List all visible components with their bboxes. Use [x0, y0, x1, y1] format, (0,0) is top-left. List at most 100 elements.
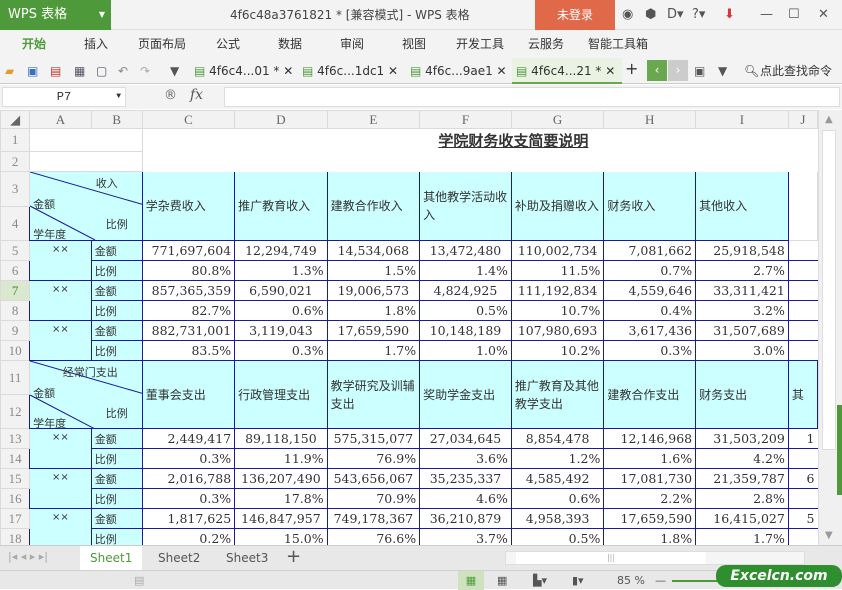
- ratio-cell[interactable]: [787, 300, 818, 321]
- row-header[interactable]: 11: [0, 360, 31, 395]
- amount-cell[interactable]: 7,081,662: [603, 240, 697, 261]
- open-icon[interactable]: ▰: [5, 62, 14, 80]
- redo-icon[interactable]: ↷: [140, 62, 150, 80]
- amount-cell[interactable]: 16,415,027: [695, 508, 789, 529]
- close-tab-icon[interactable]: ✕: [283, 64, 293, 78]
- amount-cell[interactable]: 771,697,604: [141, 240, 236, 261]
- ratio-cell[interactable]: 4.2%: [695, 448, 789, 469]
- ratio-cell[interactable]: 4.6%: [419, 488, 512, 509]
- diagonal-header-cell[interactable]: 经常门支出 金额 比例 学年度: [29, 360, 143, 429]
- column-title[interactable]: [787, 171, 818, 241]
- amount-cell[interactable]: 107,980,693: [510, 320, 605, 341]
- maximize-button[interactable]: ☐: [788, 0, 800, 30]
- ratio-cell[interactable]: 3.0%: [695, 340, 789, 361]
- tab-prev-button[interactable]: ‹: [647, 60, 667, 81]
- column-title[interactable]: 其他收入: [695, 171, 789, 241]
- row-header[interactable]: 5: [0, 240, 31, 261]
- amount-cell[interactable]: 6: [787, 468, 818, 489]
- settings-icon[interactable]: ⬢: [645, 0, 656, 30]
- save-icon[interactable]: ▣: [27, 62, 38, 80]
- scroll-thumb[interactable]: [822, 130, 836, 450]
- amount-cell[interactable]: 36,210,879: [419, 508, 512, 529]
- column-title[interactable]: 奖助学金支出: [419, 360, 512, 429]
- zoom-slider[interactable]: [672, 580, 722, 582]
- document-tab[interactable]: ▤ 4f6c4...01 * ✕: [190, 58, 294, 84]
- ratio-cell[interactable]: 0.3%: [603, 340, 697, 361]
- amount-label[interactable]: 金额: [90, 280, 143, 301]
- column-header[interactable]: J: [787, 110, 818, 129]
- column-header[interactable]: I: [695, 110, 789, 129]
- wps-menu-button[interactable]: WPS 表格 ▼: [0, 0, 111, 30]
- skin-icon[interactable]: ◉: [622, 0, 633, 30]
- ratio-cell[interactable]: 11.5%: [510, 260, 605, 281]
- amount-label[interactable]: 金额: [90, 508, 143, 529]
- amount-cell[interactable]: 1,817,625: [141, 508, 236, 529]
- column-title[interactable]: 推广教育收入: [234, 171, 328, 241]
- ratio-cell[interactable]: 1.7%: [695, 528, 789, 545]
- amount-cell[interactable]: 27,034,645: [419, 428, 512, 449]
- amount-cell[interactable]: 17,081,730: [603, 468, 697, 489]
- close-tab-icon[interactable]: ✕: [388, 64, 398, 78]
- column-title[interactable]: 建教合作支出: [603, 360, 697, 429]
- sheet-tab[interactable]: Sheet3: [216, 546, 278, 570]
- download-icon[interactable]: ⬇: [724, 0, 735, 30]
- column-title[interactable]: 行政管理支出: [234, 360, 328, 429]
- document-tab[interactable]: ▤ 4f6c4...21 * ✕: [512, 58, 622, 84]
- ratio-cell[interactable]: 83.5%: [141, 340, 236, 361]
- fx-icon[interactable]: fx: [190, 87, 203, 103]
- amount-cell[interactable]: 19,006,573: [326, 280, 421, 301]
- new-tab-icon[interactable]: +: [625, 60, 638, 78]
- amount-label[interactable]: 金额: [90, 240, 143, 261]
- ratio-cell[interactable]: [787, 448, 818, 469]
- tab-next-button[interactable]: ›: [668, 60, 688, 81]
- name-box[interactable]: P7 ▼: [2, 87, 126, 107]
- amount-cell[interactable]: 5: [787, 508, 818, 529]
- ratio-cell[interactable]: 15.0%: [234, 528, 328, 545]
- amount-cell[interactable]: 13,472,480: [419, 240, 512, 261]
- menu-tab[interactable]: 智能工具箱: [588, 30, 648, 58]
- column-title[interactable]: 推广教育及其他教学支出: [510, 360, 605, 429]
- ratio-cell[interactable]: 11.9%: [234, 448, 328, 469]
- amount-label[interactable]: 金额: [90, 428, 143, 449]
- ratio-cell[interactable]: [787, 488, 818, 509]
- ratio-cell[interactable]: 76.9%: [326, 448, 421, 469]
- amount-cell[interactable]: 21,359,787: [695, 468, 789, 489]
- scroll-down-icon[interactable]: ▼: [825, 530, 833, 541]
- ratio-cell[interactable]: 0.3%: [141, 448, 236, 469]
- row-header[interactable]: 9: [0, 320, 31, 341]
- row-header[interactable]: 12: [0, 394, 31, 429]
- cell[interactable]: [29, 151, 143, 172]
- column-header[interactable]: B: [90, 110, 143, 129]
- sheet-tab[interactable]: Sheet1: [80, 546, 143, 570]
- ratio-cell[interactable]: 0.3%: [141, 488, 236, 509]
- amount-cell[interactable]: 882,731,001: [141, 320, 236, 341]
- amount-cell[interactable]: 6,590,021: [234, 280, 328, 301]
- amount-cell[interactable]: 4,559,646: [603, 280, 697, 301]
- amount-cell[interactable]: 33,311,421: [695, 280, 789, 301]
- login-button[interactable]: 未登录: [535, 0, 615, 30]
- document-tab[interactable]: ▤ 4f6c...1dc1 ✕: [298, 58, 402, 84]
- amount-cell[interactable]: 25,918,548: [695, 240, 789, 261]
- zoom-formula-icon[interactable]: ®: [164, 88, 177, 103]
- column-header[interactable]: H: [603, 110, 697, 129]
- close-tab-icon[interactable]: ✕: [605, 64, 615, 78]
- column-title[interactable]: 财务支出: [695, 360, 789, 429]
- column-header[interactable]: G: [510, 110, 605, 129]
- column-title[interactable]: 教学研究及训辅支出: [326, 360, 421, 429]
- add-sheet-icon[interactable]: +: [286, 546, 301, 567]
- amount-cell[interactable]: 3,119,043: [234, 320, 328, 341]
- ratio-cell[interactable]: 0.2%: [141, 528, 236, 545]
- amount-cell[interactable]: 749,178,367: [326, 508, 421, 529]
- menu-tab[interactable]: 视图: [402, 30, 426, 58]
- ratio-cell[interactable]: 2.8%: [695, 488, 789, 509]
- ratio-cell[interactable]: [787, 528, 818, 545]
- amount-label[interactable]: 金额: [90, 320, 143, 341]
- amount-cell[interactable]: 10,148,189: [419, 320, 512, 341]
- ratio-cell[interactable]: 1.7%: [326, 340, 421, 361]
- ratio-cell[interactable]: 2.7%: [695, 260, 789, 281]
- zoom-out-icon[interactable]: —: [655, 571, 666, 590]
- ratio-cell[interactable]: 0.4%: [603, 300, 697, 321]
- ratio-cell[interactable]: 1.8%: [326, 300, 421, 321]
- diagonal-header-cell[interactable]: 收入 金额 比例 学年度: [29, 171, 143, 241]
- normal-view-icon[interactable]: ▦: [458, 571, 484, 590]
